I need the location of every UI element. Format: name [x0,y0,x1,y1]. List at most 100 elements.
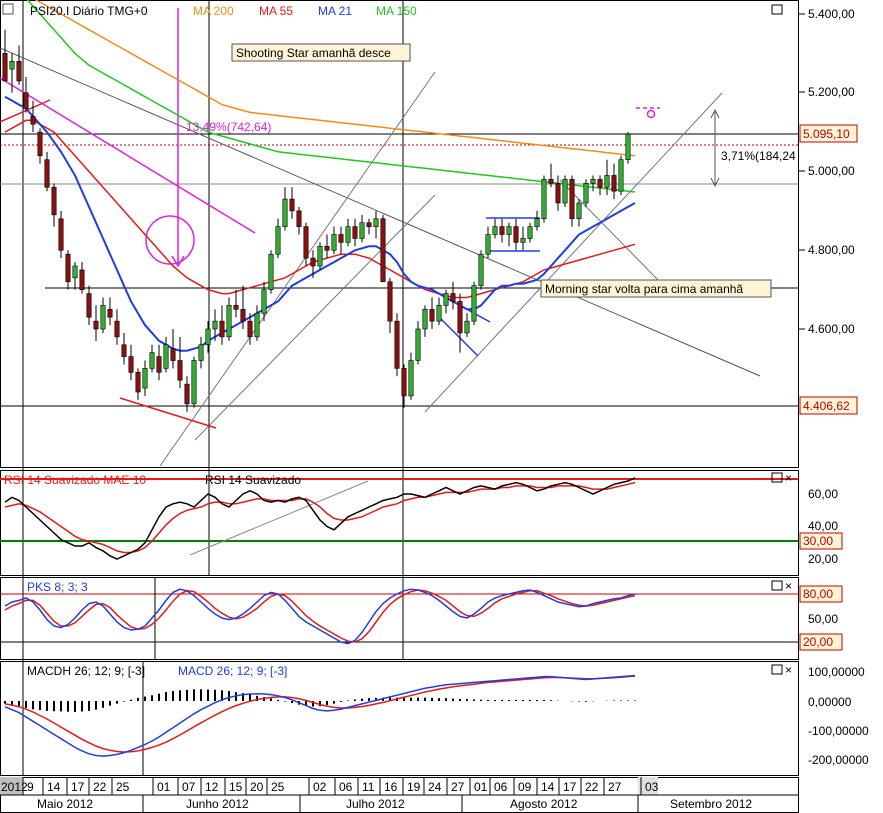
candle-body [268,253,274,290]
candle-body [247,320,253,338]
morning-star-note[interactable]: Morning star volta para cima amanhã [545,282,743,296]
x-tick-label: 27 [608,780,622,794]
month-label: Julho 2012 [346,797,405,811]
x-tick-label: 17 [563,780,577,794]
indicator-ma150-label[interactable]: MA 150 [376,4,417,18]
current-price-tag: 5.095,10 [803,127,850,141]
candle-body [443,293,449,306]
pks-level-tag: 20,00 [803,635,833,649]
candle-body [373,218,379,227]
y-tick: 4.800,00 [808,243,855,257]
pks-label[interactable]: PKS 8; 3; 3 [27,580,88,594]
chart-canvas: PSI20.I Diário TMG+0 MA 200 MA 55 MA 21 … [0,0,883,813]
candle-body [149,352,155,369]
candle-body [415,328,421,361]
candle-body [114,320,120,338]
percent-left-label: 13,49%(742,64) [186,120,271,134]
candle-body [394,320,400,369]
y-tick: 0,00000 [808,695,852,709]
candle-body [282,198,288,227]
x-tick-label: 2012 [1,780,28,794]
candle-body [163,344,169,369]
close-icon[interactable]: × [785,663,792,677]
candle-body [289,198,295,212]
macdh-label[interactable]: MACDH 26; 12; 9; [-3] [27,664,145,678]
candle-body [583,183,589,204]
indicator-ma55-label[interactable]: MA 55 [259,4,293,18]
indicator-ma200-label[interactable]: MA 200 [193,4,234,18]
candle-body [310,257,316,267]
x-tick-label: 17 [71,780,85,794]
candle-body [499,226,505,235]
candle-body [65,253,71,283]
candle-body [72,265,78,279]
percent-right-label: 3,71%(184,24 [721,149,796,163]
rsi-ma-label[interactable]: RSI 14 Suavizado MAE 10 [4,473,146,487]
candle-body [604,175,610,188]
x-tick-label: 12 [205,780,219,794]
candle-body [387,281,393,322]
x-tick-label: 20 [250,780,264,794]
x-tick-label: 07 [182,780,196,794]
x-tick-label: 24 [428,780,442,794]
y-tick: 50,00 [808,612,838,626]
x-tick-label: 25 [116,780,130,794]
candle-body [618,159,624,192]
shooting-star-note[interactable]: Shooting Star amanhã desce [236,46,391,60]
candle-body [401,368,407,397]
candle-body [275,226,281,255]
y-tick: 20,00 [808,552,838,566]
x-tick-label: 19 [407,780,421,794]
candle-body [492,226,498,235]
y-tick: 4.600,00 [808,322,855,336]
x-tick-label: 06 [339,780,353,794]
candle-body [408,360,414,397]
candle-body [534,218,540,227]
instrument-label[interactable]: PSI20.I Diário TMG+0 [30,4,148,18]
candle-body [177,360,183,381]
candle-body [450,293,456,302]
month-label: Agosto 2012 [510,797,578,811]
candle-body [261,289,267,314]
candle-body [2,53,8,82]
candle-body [23,92,29,109]
candle-body [485,234,491,255]
indicator-ma21-label[interactable]: MA 21 [318,4,352,18]
candle-body [422,309,428,330]
macd-label[interactable]: MACD 26; 12; 9; [-3] [178,664,287,678]
candle-body [296,210,302,227]
candle-body [317,246,323,267]
rsi-label[interactable]: RSI 14 Suavizado [205,473,301,487]
y-tick: 5.000,00 [808,164,855,178]
candle-body [100,305,106,330]
close-icon[interactable]: × [785,471,792,485]
candle-body [254,312,260,338]
y-tick: 5.400,00 [808,7,855,21]
candle-body [429,309,435,322]
x-tick-label: 09 [518,780,532,794]
candle-body [156,356,162,373]
candle-body [569,179,575,220]
candle-body [212,320,218,330]
candle-body [324,246,330,251]
y-tick: 100,00000 [808,665,865,679]
candle-body [457,301,463,334]
candle-body [184,383,190,405]
candle-body [478,253,484,286]
rsi-level-tag: 30,00 [803,534,833,548]
candle-body [331,234,337,251]
y-tick: 40,00 [808,519,838,533]
candle-body [128,356,134,373]
x-tick-label: 9 [27,780,34,794]
candle-body [625,133,631,160]
pks-level-tag: 80,00 [803,587,833,601]
close-icon[interactable]: × [785,579,792,593]
low-price-tag: 4.406,62 [803,399,850,413]
y-tick: 5.200,00 [808,85,855,99]
candle-body [191,360,197,405]
x-tick-label: 15 [229,780,243,794]
candle-body [520,238,526,243]
x-tick-label: 25 [271,780,285,794]
candle-body [527,226,533,239]
candle-body [436,305,442,322]
